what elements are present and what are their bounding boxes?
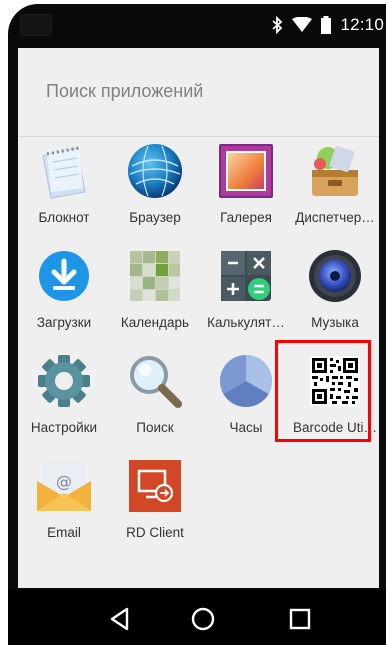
downloads-icon bbox=[39, 251, 89, 301]
app-label: Календарь bbox=[120, 315, 190, 330]
app-label: Поиск bbox=[136, 420, 174, 435]
email-icon: @ bbox=[37, 463, 91, 511]
app-drawer: Поиск приложений Блокнот Браузер Галерея… bbox=[18, 48, 379, 588]
app-notepad[interactable]: Блокнот bbox=[19, 138, 109, 238]
app-label: Галерея bbox=[220, 210, 272, 225]
app-gallery[interactable]: Галерея bbox=[201, 138, 291, 238]
status-bar: 12:10 bbox=[8, 4, 386, 44]
app-label: Email bbox=[47, 525, 81, 540]
app-label: Часы bbox=[229, 420, 263, 435]
app-label: RD Client bbox=[126, 525, 184, 540]
bluetooth-icon bbox=[272, 16, 283, 34]
phone-screen: 12:10 Поиск приложений Блокнот Браузер Г… bbox=[8, 4, 386, 645]
wifi-icon bbox=[292, 17, 313, 32]
calculator-icon bbox=[221, 251, 271, 301]
notification-placeholder bbox=[20, 14, 52, 36]
app-label: Браузер bbox=[129, 210, 181, 225]
app-browser[interactable]: Браузер bbox=[110, 138, 200, 238]
app-label: Блокнот bbox=[38, 210, 90, 225]
calendar-icon bbox=[130, 251, 180, 301]
svg-text:@: @ bbox=[56, 472, 72, 491]
highlight-box bbox=[275, 340, 371, 442]
app-label: Музыка bbox=[311, 315, 359, 330]
app-label: Калькулят… bbox=[207, 315, 285, 330]
search-magnifier-icon bbox=[130, 356, 182, 408]
recents-icon[interactable] bbox=[285, 604, 315, 634]
navigation-bar bbox=[8, 590, 386, 645]
back-icon[interactable] bbox=[106, 604, 136, 634]
home-icon[interactable] bbox=[188, 604, 218, 634]
gallery-icon bbox=[219, 144, 273, 198]
remote-desktop-icon bbox=[129, 460, 181, 512]
task-manager-icon bbox=[312, 145, 358, 196]
browser-globe-icon bbox=[128, 144, 182, 198]
app-downloads[interactable]: Загрузки bbox=[19, 243, 109, 343]
clock-time: 12:10 bbox=[340, 15, 384, 34]
battery-icon bbox=[321, 16, 332, 34]
search-input[interactable]: Поиск приложений bbox=[46, 81, 203, 102]
app-calculator[interactable]: Калькулят… bbox=[201, 243, 291, 343]
app-calendar[interactable]: Календарь bbox=[110, 243, 200, 343]
app-email[interactable]: @ Email bbox=[19, 453, 109, 553]
settings-gear-icon bbox=[38, 355, 90, 407]
app-label: Настройки bbox=[30, 420, 98, 435]
app-music[interactable]: Музыка bbox=[290, 243, 380, 343]
app-rd-client[interactable]: RD Client bbox=[110, 453, 200, 553]
notepad-icon bbox=[42, 146, 86, 199]
app-task-manager[interactable]: Диспетчер… bbox=[290, 138, 380, 238]
app-label: Диспетчер… bbox=[295, 210, 375, 225]
app-label: Загрузки bbox=[36, 315, 92, 330]
app-search[interactable]: Поиск bbox=[110, 348, 200, 448]
search-bar[interactable]: Поиск приложений bbox=[18, 48, 379, 137]
app-settings[interactable]: Настройки bbox=[19, 348, 109, 448]
music-speaker-icon bbox=[309, 250, 361, 302]
clock-icon bbox=[220, 355, 272, 407]
